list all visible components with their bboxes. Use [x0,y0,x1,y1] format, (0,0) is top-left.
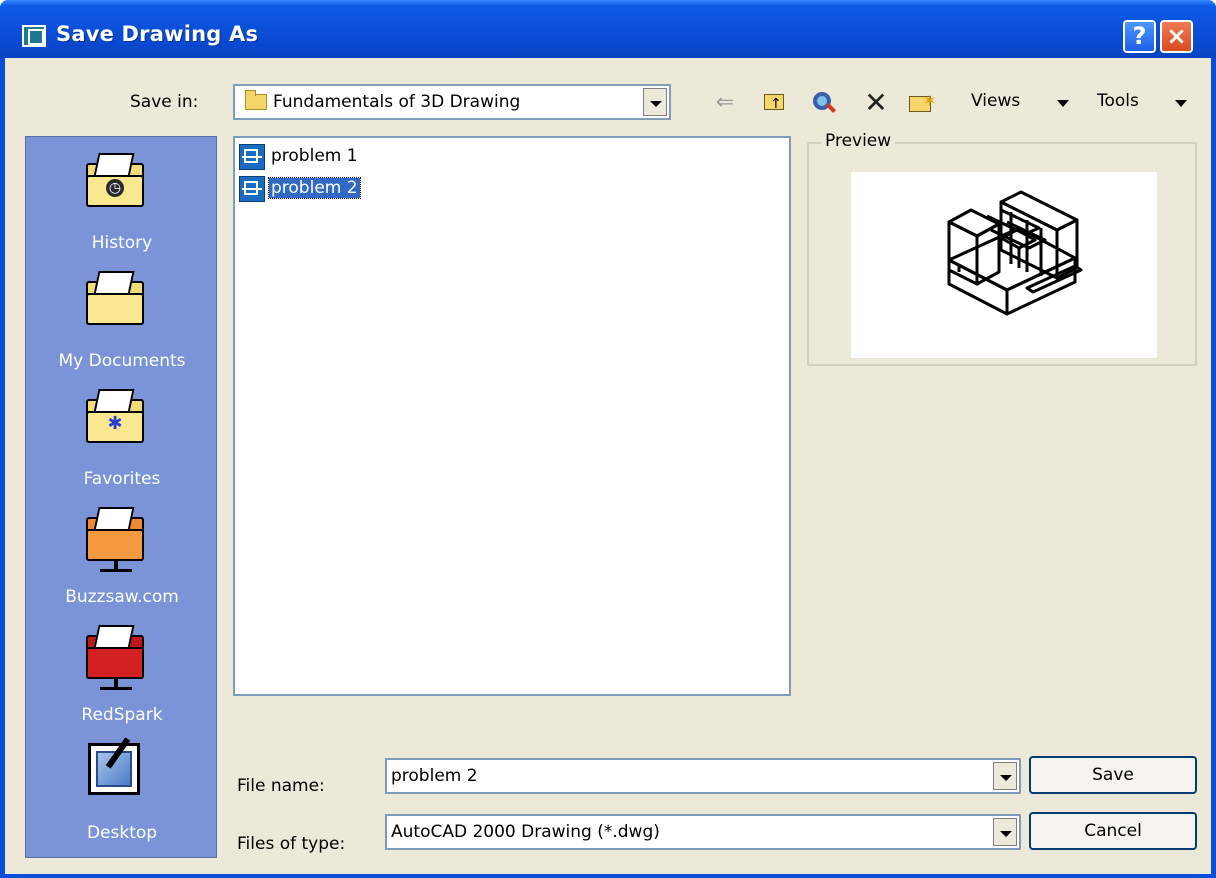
favorites-folder-icon: ✱ [86,389,146,443]
preview-label: Preview [821,131,896,151]
place-my-documents[interactable]: My Documents [26,265,218,381]
tools-dropdown-arrow-icon[interactable] [1175,100,1187,107]
place-label: Desktop [86,823,158,843]
places-bar: ◷ History My Documents ✱ Favorites Buzzs… [25,136,217,858]
dwg-file-icon [239,144,265,170]
file-name-label: File name: [237,776,325,796]
tools-menu[interactable]: Tools [1097,91,1139,111]
new-folder-icon[interactable]: ✶ [905,88,936,118]
dialog-body: Save in: Fundamentals of 3D Drawing ⇐ ✕ … [5,58,1211,874]
desktop-icon [88,737,140,795]
preview-image [851,172,1157,358]
up-one-level-icon[interactable] [760,88,790,119]
autocad-app-icon [22,25,46,47]
place-favorites[interactable]: ✱ Favorites [26,383,218,499]
preview-group: Preview [807,131,1197,366]
dwg-file-icon [239,176,265,202]
place-desktop[interactable]: Desktop [26,737,218,853]
file-list[interactable]: problem 1 problem 2 [233,136,791,696]
file-name-value: problem 2 [391,766,478,786]
save-in-value: Fundamentals of 3D Drawing [273,92,521,112]
place-buzzsaw[interactable]: Buzzsaw.com [26,501,218,617]
folder-icon [245,90,267,110]
place-history[interactable]: ◷ History [26,147,218,263]
save-in-label: Save in: [130,92,199,112]
redspark-network-folder-icon [86,625,146,690]
3d-drawing-preview [947,190,1083,316]
file-type-label: Files of type: [237,834,346,854]
my-documents-folder-icon [86,271,146,325]
chevron-down-icon[interactable] [993,762,1017,790]
views-menu[interactable]: Views [971,91,1020,111]
file-name-field[interactable]: problem 2 [385,758,1021,794]
file-type-dropdown[interactable]: AutoCAD 2000 Drawing (*.dwg) [385,814,1021,850]
history-folder-icon: ◷ [86,153,146,207]
save-button[interactable]: Save [1029,756,1197,794]
chevron-down-icon[interactable] [643,88,667,116]
help-button[interactable]: ? [1123,20,1156,53]
window-title: Save Drawing As [56,22,259,46]
back-icon[interactable]: ⇐ [710,88,740,118]
save-in-dropdown[interactable]: Fundamentals of 3D Drawing [233,84,671,120]
file-name: problem 1 [271,146,358,166]
close-button[interactable]: × [1160,20,1193,53]
place-label: RedSpark [81,705,163,725]
delete-icon[interactable]: ✕ [861,88,891,118]
views-dropdown-arrow-icon[interactable] [1057,100,1069,107]
cancel-button[interactable]: Cancel [1029,812,1197,850]
file-type-value: AutoCAD 2000 Drawing (*.dwg) [391,822,660,842]
search-web-icon[interactable] [808,88,838,118]
file-name: problem 2 [268,177,361,199]
buzzsaw-network-folder-icon [86,507,146,572]
place-label: Buzzsaw.com [65,587,179,607]
place-label: History [91,233,153,253]
title-bar[interactable]: Save Drawing As ? × [0,0,1216,58]
place-redspark[interactable]: RedSpark [26,619,218,735]
chevron-down-icon[interactable] [993,818,1017,846]
save-drawing-as-dialog: Save Drawing As ? × Save in: Fundamental… [0,0,1216,878]
place-label: Favorites [83,469,161,489]
place-label: My Documents [58,351,186,371]
